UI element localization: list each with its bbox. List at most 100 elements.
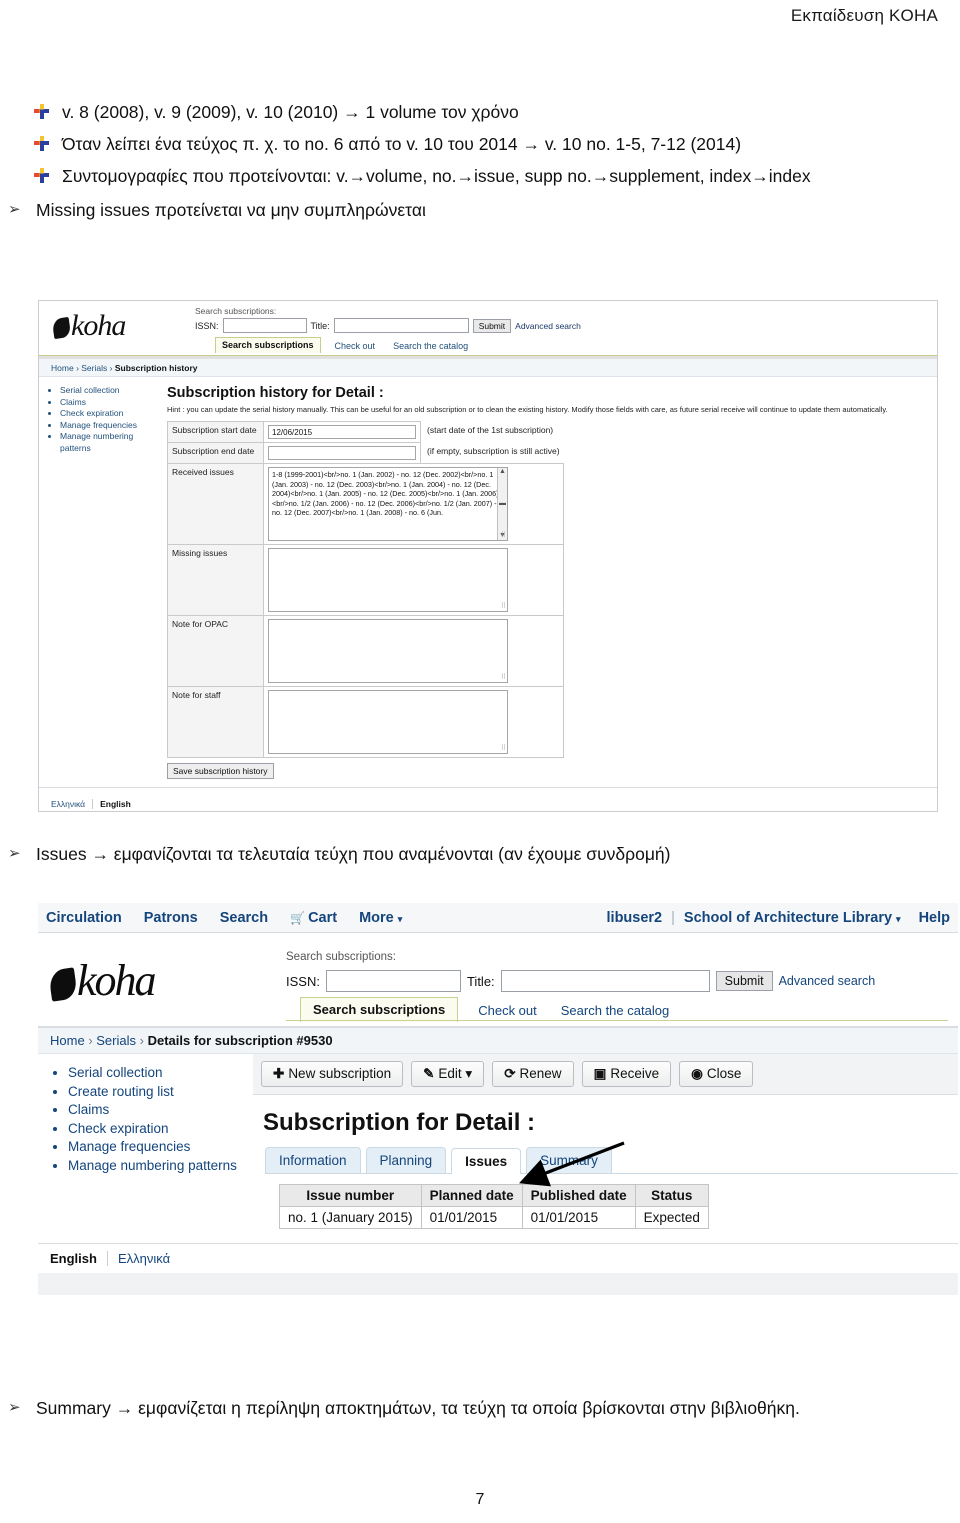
search-tabs-2: Search subscriptions Check out Search th… (300, 997, 673, 1022)
submit-button[interactable]: Submit (472, 318, 512, 333)
breadcrumb-serials[interactable]: Serials (81, 363, 107, 373)
renew-button[interactable]: ⟳ Renew (492, 1061, 574, 1087)
language-link-greek[interactable]: Ελληνικά (106, 1251, 170, 1266)
missing-issues-value (269, 549, 507, 553)
breadcrumb-serials[interactable]: Serials (96, 1033, 136, 1048)
tab-check-out[interactable]: Check out (331, 339, 380, 353)
nav-search[interactable]: Search (220, 910, 268, 926)
advanced-search-link[interactable]: Advanced search (779, 974, 876, 988)
receive-button[interactable]: ▣ Receive (581, 1061, 672, 1087)
cell-issue-number: no. 1 (January 2015) (279, 1206, 422, 1229)
library-selector[interactable]: School of Architecture Library ▾ (684, 910, 901, 926)
language-link-greek[interactable]: Ελληνικά (51, 799, 94, 809)
page-number: 7 (475, 1491, 485, 1508)
sidebar-item-manage-numbering-patterns[interactable]: Manage numbering patterns (68, 1157, 247, 1176)
tab-search-catalog[interactable]: Search the catalog (557, 999, 673, 1022)
inbox-icon: ▣ (593, 1066, 607, 1081)
resize-grip-icon[interactable]: ⠿ (501, 532, 506, 539)
sidebar-item-manage-frequencies[interactable]: Manage frequencies (68, 1138, 247, 1157)
issues-table: Issue number Planned date Published date… (279, 1184, 709, 1229)
koha-subscription-detail-screenshot: Circulation Patrons Search 🛒 Cart More ▾ l… (38, 903, 958, 1343)
sidebar-item-serial-collection[interactable]: Serial collection (68, 1064, 247, 1083)
tab-underline (39, 355, 937, 356)
plus-bullet-icon (34, 168, 49, 183)
detail-tabs: Information Planning Issues Summary (265, 1147, 958, 1174)
close-button[interactable]: ◉ Close (679, 1061, 754, 1087)
form-row-received-issues: Received issues 1-8 (1999-2001)<br/>no. … (167, 463, 565, 545)
language-link-english[interactable]: English (50, 1251, 107, 1266)
tab-summary[interactable]: Summary (526, 1147, 612, 1173)
col-planned-date[interactable]: Planned date (420, 1184, 523, 1207)
issn-input[interactable] (325, 970, 461, 992)
tab-underline (286, 1020, 948, 1021)
sidebar-item-manage-frequencies[interactable]: Manage frequencies (60, 420, 163, 432)
top-navigation: Circulation Patrons Search 🛒 Cart More ▾ l… (38, 903, 958, 933)
end-date-input[interactable] (268, 446, 416, 460)
breadcrumb-home[interactable]: Home (51, 363, 74, 373)
sidebar-item-serial-collection[interactable]: Serial collection (60, 385, 163, 397)
search-subscriptions-label: Search subscriptions: (195, 306, 277, 316)
nav-cart[interactable]: 🛒 Cart (290, 910, 337, 926)
end-date-note: (if empty, subscription is still active) (427, 445, 560, 456)
sidebar-item-check-expiration[interactable]: Check expiration (68, 1120, 247, 1139)
nav-help[interactable]: Help (919, 910, 950, 926)
submit-button[interactable]: Submit (715, 971, 773, 991)
language-link-english[interactable]: English (93, 799, 131, 809)
search-row: ISSN: Title: Submit Advanced search (286, 970, 875, 992)
resize-grip-icon[interactable]: ⠿ (501, 603, 506, 610)
tab-planning[interactable]: Planning (365, 1147, 447, 1173)
main-panel-2: ✚ New subscription ✎ Edit ▾ ⟳ Renew ▣ Receiv… (253, 1054, 958, 1243)
tab-information[interactable]: Information (265, 1147, 361, 1173)
sidebar-item-create-routing-list[interactable]: Create routing list (68, 1083, 247, 1102)
advanced-search-link[interactable]: Advanced search (515, 321, 581, 331)
nav-more[interactable]: More ▾ (359, 910, 402, 926)
col-published-date[interactable]: Published date (521, 1184, 636, 1207)
note-text: Summary → εμφανίζεται η περίληψη αποκτημ… (36, 1398, 800, 1418)
note-summary-block: ➢ Summary → εμφανίζεται η περίληψη αποκτ… (0, 1392, 960, 1424)
sidebar-item-check-expiration[interactable]: Check expiration (60, 408, 163, 420)
resize-grip-icon[interactable]: ⠿ (501, 745, 506, 752)
tab-search-subscriptions[interactable]: Search subscriptions (215, 337, 321, 353)
tab-check-out[interactable]: Check out (474, 999, 541, 1022)
save-subscription-history-button[interactable]: Save subscription history (167, 763, 274, 779)
sidebar-item-manage-numbering-patterns[interactable]: Manage numbering patterns (60, 431, 163, 454)
refresh-icon: ⟳ (504, 1066, 516, 1081)
textarea-scrollbar[interactable]: ▲ ▬ ▼ (497, 468, 507, 540)
cell-published-date: 01/01/2015 (521, 1206, 636, 1229)
account-area: libuser2 | School of Architecture Librar… (607, 910, 950, 926)
bullet-text: Συντομογραφίες που προτείνονται: v.→volu… (62, 166, 811, 186)
start-date-input[interactable]: 12/06/2015 (268, 425, 416, 439)
cell-planned-date: 01/01/2015 (420, 1206, 523, 1229)
col-issue-number[interactable]: Issue number (279, 1184, 422, 1207)
tab-search-catalog[interactable]: Search the catalog (389, 339, 472, 353)
current-user[interactable]: libuser2 (607, 910, 663, 926)
new-subscription-button[interactable]: ✚ New subscription (261, 1061, 404, 1087)
tab-issues[interactable]: Issues (451, 1148, 522, 1174)
title-input[interactable] (500, 970, 710, 992)
breadcrumb-home[interactable]: Home (50, 1033, 85, 1048)
note-staff-textarea[interactable]: ⠿ (268, 690, 508, 754)
form-row-end-date: Subscription end date (if empty, subscri… (167, 442, 564, 464)
end-date-label: Subscription end date (167, 442, 264, 464)
sidebar-item-claims[interactable]: Claims (68, 1101, 247, 1120)
divider: | (671, 909, 675, 926)
resize-grip-icon[interactable]: ⠿ (501, 674, 506, 681)
subscription-toolbar: ✚ New subscription ✎ Edit ▾ ⟳ Renew ▣ Receiv… (253, 1054, 958, 1095)
received-issues-textarea[interactable]: 1-8 (1999-2001)<br/>no. 1 (Jan. 2002) - … (268, 467, 508, 541)
content-area-2: Serial collection Create routing list Cl… (38, 1054, 958, 1243)
issn-input[interactable] (222, 318, 307, 333)
edit-button[interactable]: ✎ Edit ▾ (411, 1061, 485, 1087)
main-panel-1: Subscription history for Detail : Hint :… (167, 377, 937, 779)
title-input[interactable] (333, 318, 469, 333)
missing-issues-textarea[interactable]: ⠿ (268, 548, 508, 612)
language-footer-1: Ελληνικά English (39, 787, 937, 811)
sidebar-item-claims[interactable]: Claims (60, 397, 163, 409)
nav-patrons[interactable]: Patrons (144, 910, 198, 926)
note-opac-textarea[interactable]: ⠿ (268, 619, 508, 683)
tab-search-subscriptions[interactable]: Search subscriptions (300, 997, 459, 1022)
plus-bullet-icon (34, 136, 49, 151)
col-status[interactable]: Status (634, 1184, 709, 1207)
koha-logo[interactable]: koha (47, 955, 157, 1006)
nav-circulation[interactable]: Circulation (46, 910, 122, 926)
plus-bullet-icon (34, 104, 49, 119)
